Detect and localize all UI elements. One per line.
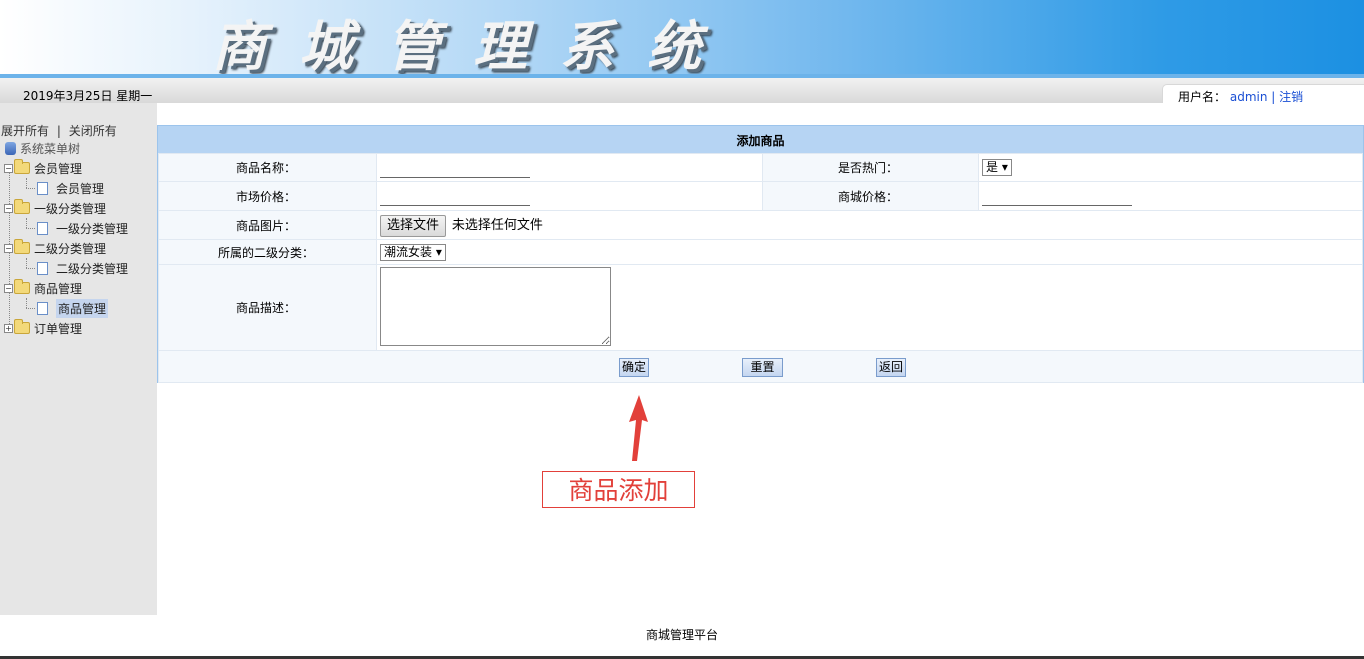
button-cell: 确定 重置 返回 <box>158 350 1363 383</box>
panel-title: 添加商品 <box>158 126 1363 153</box>
folder-open-icon <box>14 159 30 174</box>
annotation-arrow <box>629 395 648 461</box>
page-icon <box>37 221 48 235</box>
file-status: 未选择任何文件 <box>451 217 543 233</box>
shop-price-label: 商城价格： <box>762 181 979 211</box>
back-button[interactable]: 返回 <box>876 358 906 377</box>
annotation-label: 商品添加 <box>542 471 695 508</box>
add-product-form: 商品名称： 是否热门： 是 ▾ 市场价格： 商城价格： 商品图片： 选择文件 未… <box>158 153 1363 383</box>
tree-item-label: 会员管理 <box>56 181 105 196</box>
market-price-cell <box>376 181 763 211</box>
collapse-icon[interactable]: − <box>4 283 13 293</box>
tree-item-secondary-category[interactable]: 二级分类管理 <box>37 258 128 278</box>
is-hot-cell: 是 ▾ <box>978 153 1363 182</box>
tree-line <box>26 298 27 308</box>
tree-group-label: 二级分类管理 <box>34 241 107 256</box>
folder-closed-icon <box>14 319 30 334</box>
collapse-icon[interactable]: − <box>4 163 13 173</box>
info-bar: 2019年3月25日 星期一 用户名： admin | 注销 <box>0 78 1364 104</box>
reset-button[interactable]: 重置 <box>742 358 783 377</box>
shop-price-cell <box>978 181 1363 211</box>
category-value: 潮流女装 <box>384 244 433 259</box>
is-hot-value: 是 <box>986 160 999 174</box>
tree-line <box>26 178 27 188</box>
folder-open-icon <box>14 239 30 254</box>
product-image-cell: 选择文件 未选择任何文件 <box>376 210 1363 240</box>
is-hot-select[interactable]: 是 ▾ <box>982 159 1012 176</box>
user-label: 用户名： <box>1178 90 1227 104</box>
tree-group-products[interactable]: − 商品管理 <box>4 278 82 298</box>
product-name-label: 商品名称： <box>158 153 377 182</box>
expand-all-link[interactable]: 展开所有 <box>1 124 49 138</box>
system-title: 商城管理系统 <box>212 14 734 78</box>
page-icon <box>37 301 48 315</box>
folder-open-icon <box>14 279 30 294</box>
tree-line <box>26 228 35 229</box>
logout-link[interactable]: 注销 <box>1279 90 1303 104</box>
user-separator: | <box>1271 90 1276 104</box>
product-name-cell <box>376 153 763 182</box>
tree-item-members[interactable]: 会员管理 <box>37 178 104 198</box>
product-image-label: 商品图片： <box>158 210 377 240</box>
collapse-all-link[interactable]: 关闭所有 <box>69 124 117 138</box>
page-icon <box>37 181 48 195</box>
shop-price-input[interactable] <box>982 186 1132 206</box>
header-banner: 商城管理系统 <box>0 0 1364 78</box>
current-date: 2019年3月25日 星期一 <box>23 89 153 103</box>
category-cell: 潮流女装 ▾ <box>376 239 1363 265</box>
tree-control-divider: | <box>56 124 61 138</box>
is-hot-label: 是否热门： <box>762 153 979 182</box>
tree-root[interactable]: 系统菜单树 <box>2 138 80 158</box>
tree-item-label: 二级分类管理 <box>56 261 129 276</box>
tree-line <box>26 258 27 268</box>
collapse-icon[interactable]: − <box>4 243 13 253</box>
tree-group-secondary-category[interactable]: − 二级分类管理 <box>4 238 106 258</box>
computer-icon <box>5 141 16 155</box>
expand-icon[interactable]: + <box>4 323 13 333</box>
tree-line <box>26 308 35 309</box>
tree-root-label: 系统菜单树 <box>20 141 81 156</box>
tree-group-primary-category[interactable]: − 一级分类管理 <box>4 198 106 218</box>
tree-line <box>26 188 35 189</box>
user-box: 用户名： admin | 注销 <box>1162 84 1364 104</box>
tree-item-primary-category[interactable]: 一级分类管理 <box>37 218 128 238</box>
page-icon <box>37 261 48 275</box>
footer: 商城管理平台 <box>645 628 718 642</box>
collapse-icon[interactable]: − <box>4 203 13 213</box>
tree-item-label: 一级分类管理 <box>56 221 129 236</box>
tree-item-label-selected: 商品管理 <box>56 298 109 318</box>
product-name-input[interactable] <box>380 157 530 178</box>
folder-open-icon <box>14 199 30 214</box>
add-product-panel: 添加商品 商品名称： 是否热门： 是 ▾ 市场价格： 商城价格： 商品图片： 选… <box>157 125 1364 383</box>
market-price-label: 市场价格： <box>158 181 377 211</box>
category-select[interactable]: 潮流女装 ▾ <box>380 243 446 261</box>
tree-group-label: 订单管理 <box>34 321 83 336</box>
tree-controls: 展开所有 | 关闭所有 <box>1 122 117 139</box>
tree-line <box>26 268 35 269</box>
tree-group-label: 商品管理 <box>34 281 83 296</box>
description-textarea[interactable] <box>380 266 611 346</box>
tree-group-members[interactable]: − 会员管理 <box>4 158 82 178</box>
choose-file-button[interactable]: 选择文件 <box>380 214 447 237</box>
tree-line <box>26 218 27 228</box>
confirm-button[interactable]: 确定 <box>619 358 649 377</box>
username-link[interactable]: admin <box>1230 90 1268 104</box>
description-label: 商品描述： <box>158 264 377 351</box>
market-price-input[interactable] <box>380 186 530 206</box>
tree-group-label: 会员管理 <box>34 161 83 176</box>
tree-group-label: 一级分类管理 <box>34 201 107 216</box>
tree-item-products[interactable]: 商品管理 <box>37 298 109 318</box>
button-row: 确定 重置 返回 <box>159 351 1362 382</box>
description-cell <box>376 264 1363 351</box>
category-label: 所属的二级分类： <box>158 239 377 265</box>
tree-group-orders[interactable]: + 订单管理 <box>4 318 82 338</box>
sidebar: 展开所有 | 关闭所有 系统菜单树 − 会员管理 会员管理 − 一级分类管理 一… <box>0 103 157 615</box>
